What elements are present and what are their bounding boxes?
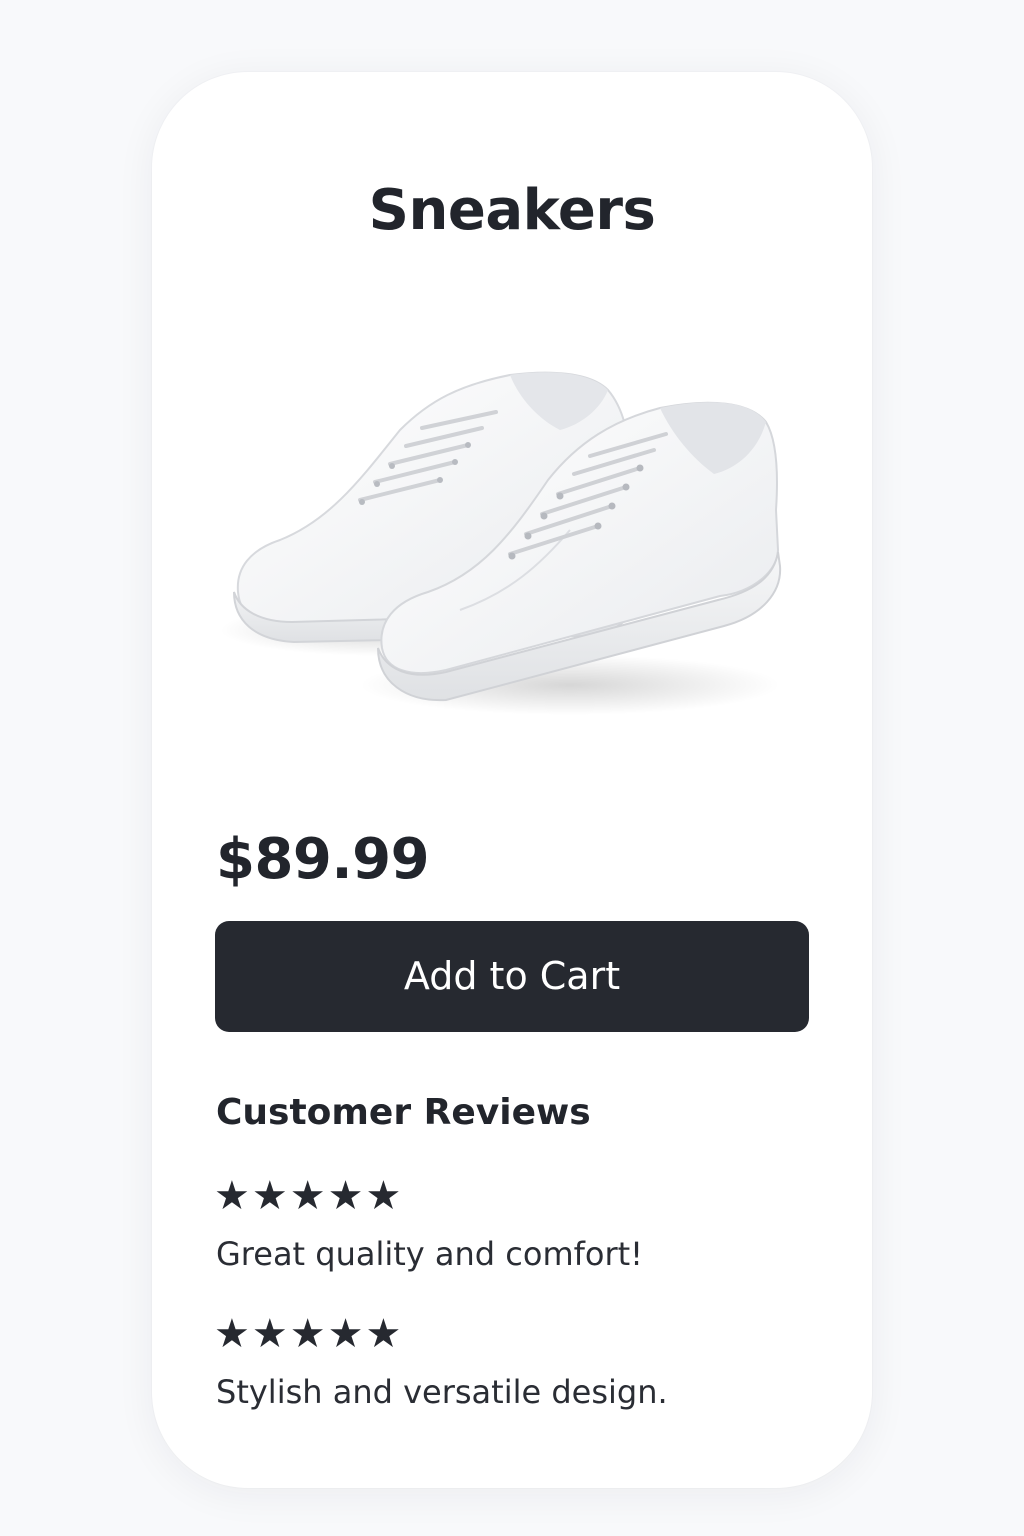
white-sneakers-image [220, 371, 782, 715]
review-2-star-rating: ★★★★★ [214, 1311, 404, 1357]
product-title: Sneakers [368, 178, 656, 243]
product-card [152, 72, 872, 1488]
reviews-heading: Customer Reviews [216, 1092, 591, 1133]
add-to-cart-button[interactable]: Add to Cart [215, 921, 809, 1032]
product-price: $89.99 [216, 827, 430, 892]
review-1-text: Great quality and comfort! [216, 1235, 643, 1273]
review-2-text: Stylish and versatile design. [216, 1373, 668, 1411]
review-1-star-rating: ★★★★★ [214, 1173, 404, 1219]
